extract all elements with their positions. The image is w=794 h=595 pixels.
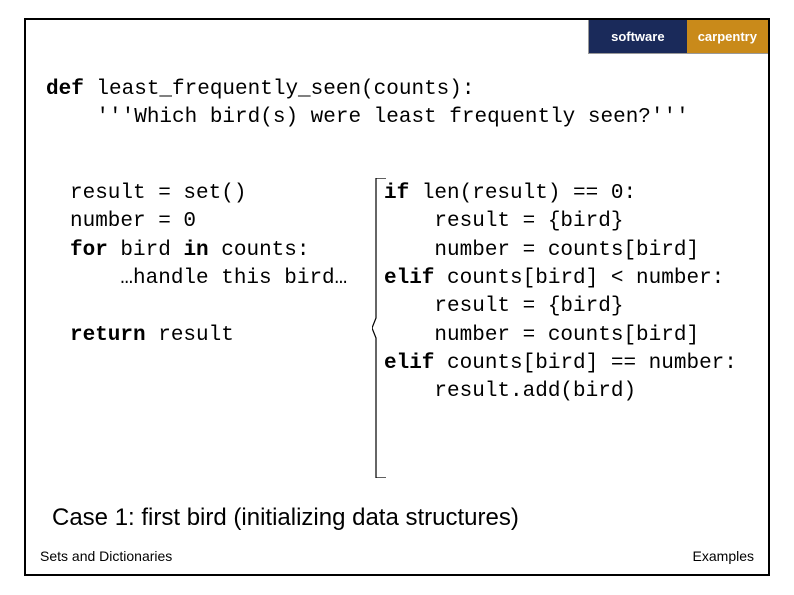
- code-text: result = {bird}: [384, 295, 623, 318]
- slide-frame: software carpentry def least_frequently_…: [24, 18, 770, 576]
- code-text: result = {bird}: [384, 210, 623, 233]
- code-text: len(result) == 0:: [409, 182, 636, 205]
- code-text: counts[bird] < number:: [434, 267, 724, 290]
- code-text: …handle this bird…: [70, 267, 347, 290]
- code-text: result.add(bird): [384, 380, 636, 403]
- logo: software carpentry: [588, 20, 768, 54]
- keyword-if: if: [384, 182, 409, 205]
- keyword-in: in: [183, 239, 208, 262]
- logo-left-word: software: [589, 20, 687, 53]
- code-text: counts[bird] == number:: [434, 352, 736, 375]
- keyword-return: return: [70, 324, 146, 347]
- footer-left: Sets and Dictionaries: [40, 548, 172, 564]
- code-text: least_frequently_seen(counts):: [84, 78, 475, 101]
- code-text: result = set(): [70, 182, 246, 205]
- keyword-for: for: [70, 239, 108, 262]
- code-text: '''Which bird(s) were least frequently s…: [46, 106, 689, 129]
- code-text: number = counts[bird]: [384, 239, 699, 262]
- keyword-elif: elif: [384, 352, 434, 375]
- code-text: number = counts[bird]: [384, 324, 699, 347]
- keyword-elif: elif: [384, 267, 434, 290]
- code-block-top: def least_frequently_seen(counts): '''Wh…: [46, 76, 689, 133]
- footer-right: Examples: [693, 548, 754, 564]
- code-text: counts:: [209, 239, 310, 262]
- keyword-def: def: [46, 78, 84, 101]
- logo-right-word: carpentry: [687, 20, 768, 53]
- code-block-left: result = set() number = 0 for bird in co…: [70, 180, 347, 350]
- code-text: number = 0: [70, 210, 196, 233]
- caption-text: Case 1: first bird (initializing data st…: [52, 504, 519, 532]
- code-text: bird: [108, 239, 184, 262]
- code-block-right: if len(result) == 0: result = {bird} num…: [384, 180, 737, 407]
- code-text: result: [146, 324, 234, 347]
